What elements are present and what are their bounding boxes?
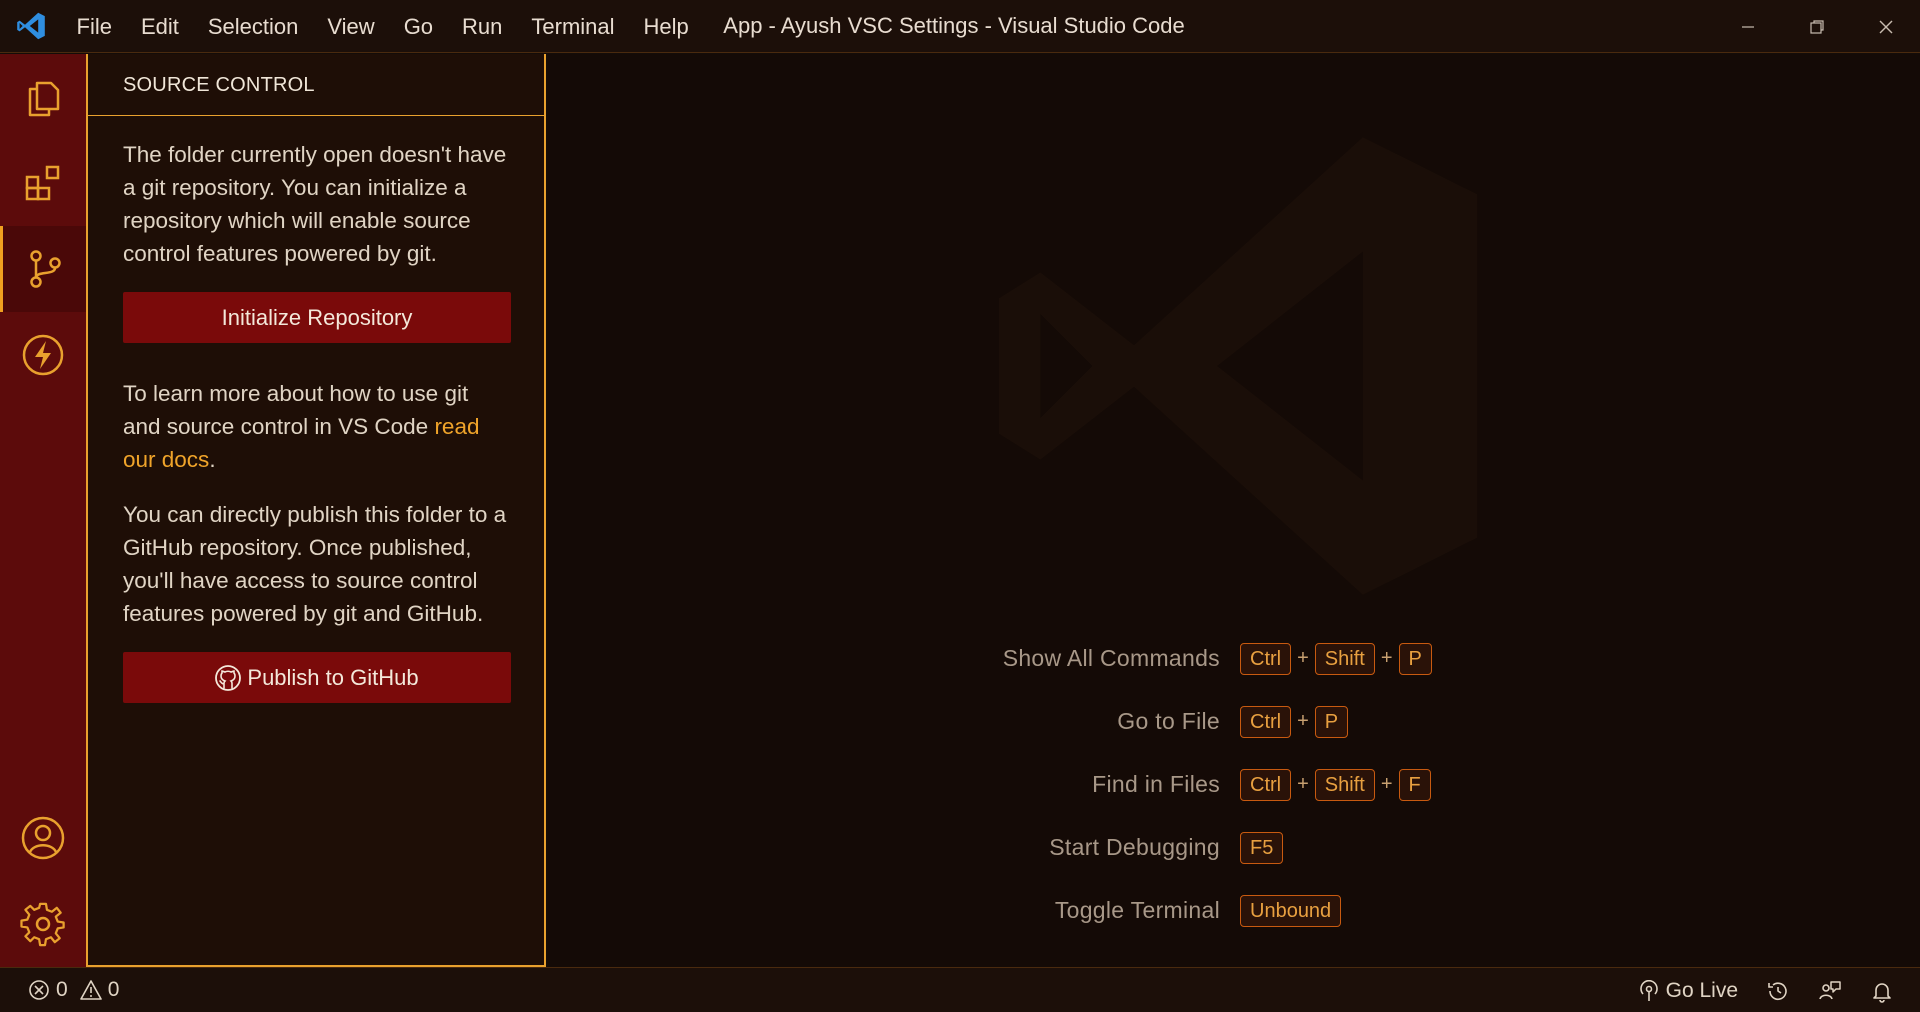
shortcut-show-all-commands[interactable]: Show All Commands Ctrl + Shift + P [948,627,1508,690]
activity-extensions[interactable] [0,140,86,226]
warning-count: 0 [107,978,120,1001]
key-p: P [1398,642,1432,675]
settings-gear-icon [20,902,65,947]
activity-explorer[interactable] [0,54,86,140]
key-f5: F5 [1240,831,1284,864]
no-repo-message: The folder currently open doesn't have a… [123,142,507,266]
key-shift: Shift [1314,642,1375,675]
activity-run-debug[interactable] [0,312,86,398]
shortcut-go-to-file[interactable]: Go to File Ctrl + P [948,690,1508,753]
restore-button[interactable] [1782,0,1851,53]
publish-message: You can directly publish this folder to … [123,502,507,626]
history-icon [1768,981,1787,1000]
activity-manage[interactable] [0,881,86,967]
feedback-icon [1819,980,1841,999]
activity-source-control[interactable] [0,226,86,312]
activity-accounts[interactable] [0,795,86,881]
menu-view[interactable]: View [313,0,389,53]
shortcut-find-in-files[interactable]: Find in Files Ctrl + Shift + F [948,753,1508,816]
menu-help[interactable]: Help [629,0,703,53]
account-icon [21,816,65,860]
menu-selection[interactable]: Selection [193,0,313,53]
run-debug-icon [22,334,64,376]
source-control-panel: SOURCE CONTROL The folder currently open… [86,54,546,967]
window-title: App - Ayush VSC Settings - Visual Studio… [723,13,1185,38]
shortcut-label: Toggle Terminal [1054,897,1220,923]
go-live-label: Go Live [1665,978,1738,1002]
warning-icon [79,980,102,1000]
shortcut-label: Start Debugging [1049,834,1220,860]
minimize-icon [1741,25,1754,28]
learn-more-prefix: To learn more about how to use git and s… [123,381,469,439]
initialize-repository-button[interactable]: Initialize Repository [123,292,511,343]
key-ctrl: Ctrl [1240,642,1292,675]
key-p: P [1314,705,1349,738]
github-icon [215,664,242,691]
learn-more-suffix: . [209,447,216,472]
shortcut-start-debugging[interactable]: Start Debugging F5 [948,816,1508,879]
key-f: F [1398,768,1431,801]
error-icon [29,980,49,1000]
extensions-icon [25,165,60,201]
window-controls [1713,0,1920,53]
menu-go[interactable]: Go [389,0,447,53]
restore-icon [1809,19,1824,34]
learn-more-text: To learn more about how to use git and s… [123,377,509,476]
vscode-logo-icon [0,0,62,53]
shortcut-toggle-terminal[interactable]: Toggle Terminal Unbound [948,879,1508,942]
menu-bar: File Edit Selection View Go Run Terminal… [62,0,703,53]
publish-to-github-button[interactable]: Publish to GitHub [123,652,511,703]
shortcut-label: Show All Commands [1002,645,1220,671]
minimize-button[interactable] [1713,0,1782,53]
explorer-icon [28,81,60,117]
menu-edit[interactable]: Edit [126,0,193,53]
error-count: 0 [56,978,68,1001]
close-button[interactable] [1851,0,1920,53]
key-ctrl: Ctrl [1240,768,1292,801]
menu-run[interactable]: Run [448,0,517,53]
title-bar: File Edit Selection View Go Run Terminal… [0,0,1920,53]
vscode-watermark-icon [998,137,1478,595]
vscode-window: File Edit Selection View Go Run Terminal… [0,0,1920,1012]
source-control-icon [29,250,61,288]
activity-bar [0,54,86,967]
menu-file[interactable]: File [62,0,126,53]
bell-icon [1873,982,1891,1003]
broadcast-icon [1639,979,1658,1001]
feedback-button[interactable] [1804,979,1856,1003]
editor-area: Show All Commands Ctrl + Shift + P Go to F… [548,54,1920,967]
publish-button-label: Publish to GitHub [247,665,419,690]
status-bar: 0 0 Go Live [0,967,1920,1012]
notifications-button[interactable] [1856,979,1920,1003]
shortcut-label: Go to File [1117,708,1220,734]
key-ctrl: Ctrl [1240,705,1292,738]
panel-title: SOURCE CONTROL [88,54,544,116]
problems-indicator[interactable]: 0 0 [0,978,119,1002]
shortcut-label: Find in Files [1092,771,1220,797]
close-icon [1879,20,1892,33]
key-shift: Shift [1314,768,1375,801]
history-button[interactable] [1752,979,1804,1003]
menu-terminal[interactable]: Terminal [517,0,629,53]
go-live-button[interactable]: Go Live [1624,979,1752,1003]
shortcut-list: Show All Commands Ctrl + Shift + P Go to F… [948,627,1508,942]
key-unbound: Unbound [1240,894,1342,927]
